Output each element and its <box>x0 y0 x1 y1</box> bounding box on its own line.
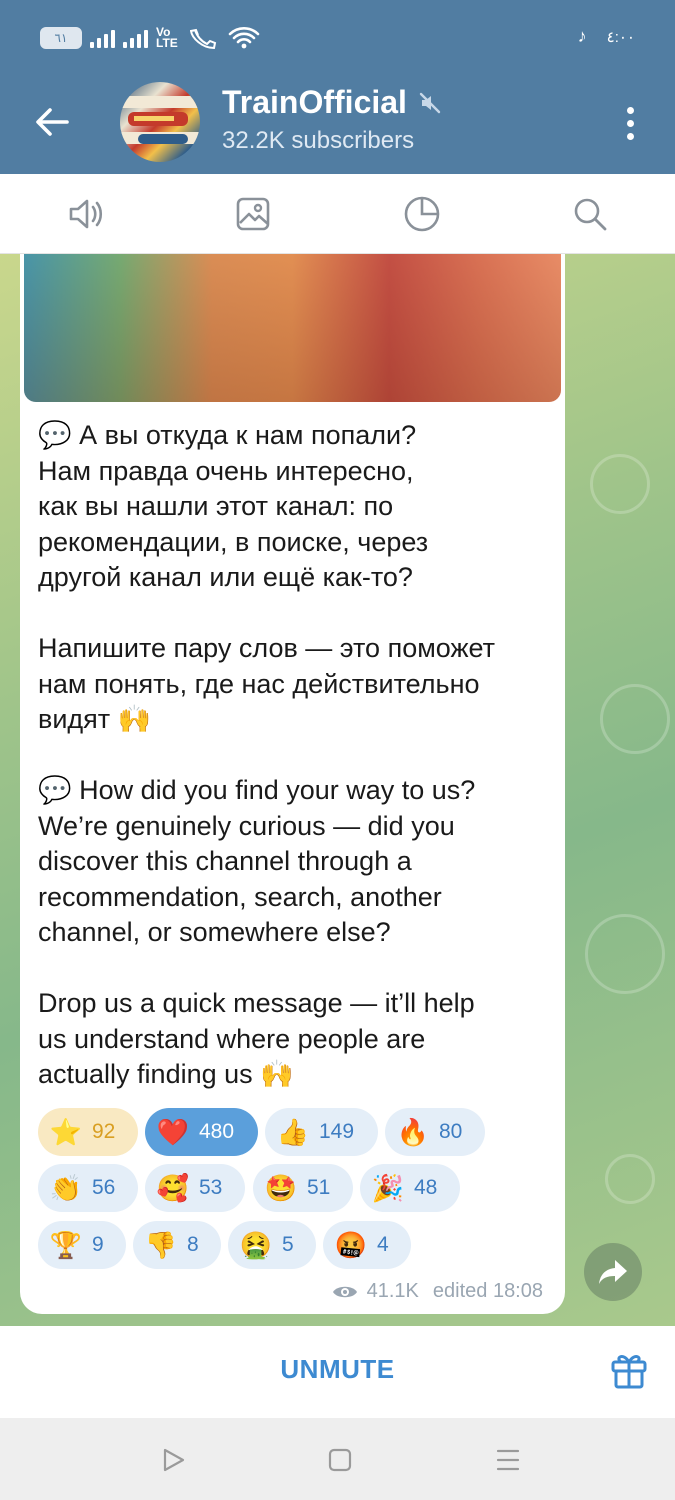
bottom-bar: UNMUTE <box>0 1326 675 1418</box>
vomiting-face-icon: 🤮 <box>239 1230 273 1260</box>
message-paragraph: Drop us a quick message — it’ll help us … <box>38 988 475 1089</box>
battery-indicator: ٦١ <box>40 27 82 49</box>
eye-icon <box>332 1286 357 1297</box>
reaction-count: 9 <box>92 1233 104 1256</box>
channel-toolbar <box>0 174 675 254</box>
reaction-cursing[interactable]: 🤬 4 <box>323 1221 411 1269</box>
pie-chart-icon <box>404 196 440 232</box>
status-left: ٦١ Vo LTE <box>40 26 260 50</box>
reaction-count: 53 <box>199 1176 223 1199</box>
back-button[interactable] <box>30 100 74 144</box>
reaction-count: 149 <box>319 1120 355 1143</box>
reaction-trophy[interactable]: 🏆 9 <box>38 1221 126 1269</box>
reaction-love-face[interactable]: 🥰 53 <box>145 1164 245 1212</box>
channel-info[interactable]: TrainOfficial 32.2K subscribers <box>222 84 441 155</box>
stats-tab[interactable] <box>400 192 444 236</box>
volte-icon: Vo LTE <box>156 25 178 50</box>
reaction-star[interactable]: ⭐ 92 <box>38 1108 138 1156</box>
reaction-count: 4 <box>377 1233 389 1256</box>
message-text: 💬 А вы откуда к нам попали? Нам правда о… <box>38 418 553 1093</box>
reaction-clap[interactable]: 👏 56 <box>38 1164 138 1212</box>
square-icon <box>328 1448 352 1472</box>
reaction-count: 480 <box>199 1120 235 1143</box>
clock: ٤:٠٠ <box>606 28 635 46</box>
cursing-face-icon: 🤬 <box>334 1230 368 1260</box>
share-button[interactable] <box>584 1243 642 1301</box>
reaction-heart[interactable]: ❤️ 480 <box>145 1108 258 1156</box>
message-media[interactable] <box>24 254 561 402</box>
doodle <box>605 1154 655 1204</box>
status-bar: ٦١ Vo LTE ♪ ٤:٠٠ <box>0 0 675 70</box>
reaction-party[interactable]: 🎉 48 <box>360 1164 460 1212</box>
doodle <box>585 914 665 994</box>
doodle <box>600 684 670 754</box>
heart-icon: ❤️ <box>156 1117 190 1147</box>
image-icon <box>236 197 270 231</box>
reaction-star-struck[interactable]: 🤩 51 <box>253 1164 353 1212</box>
smiling-hearts-icon: 🥰 <box>156 1173 190 1203</box>
system-nav-bar <box>0 1418 675 1500</box>
clapping-icon: 👏 <box>49 1173 83 1203</box>
reaction-thumbs-down[interactable]: 👎 8 <box>133 1221 221 1269</box>
tiktok-icon: ♪ <box>577 26 587 46</box>
nav-recents-button[interactable] <box>490 1442 526 1478</box>
search-icon <box>574 198 607 231</box>
reaction-count: 48 <box>414 1176 438 1199</box>
nav-home-button[interactable] <box>322 1442 358 1478</box>
channel-avatar[interactable] <box>120 82 200 162</box>
thumbs-down-icon: 👎 <box>144 1230 178 1260</box>
reaction-thumbs-up[interactable]: 👍 149 <box>265 1108 378 1156</box>
fire-icon: 🔥 <box>396 1117 430 1147</box>
signal-icon <box>90 28 115 48</box>
message-meta: 41.1K edited 18:08 <box>331 1280 543 1303</box>
star-struck-icon: 🤩 <box>264 1173 298 1203</box>
status-right: ♪ ٤:٠٠ <box>578 26 635 47</box>
reaction-vomit[interactable]: 🤮 5 <box>228 1221 316 1269</box>
forward-arrow-icon <box>599 1260 627 1284</box>
app-header: ٦١ Vo LTE ♪ ٤:٠٠ TrainOfficial 32.2K sub… <box>0 0 675 174</box>
audio-tab[interactable] <box>63 192 107 236</box>
speaker-icon <box>69 199 103 229</box>
channel-name: TrainOfficial <box>222 84 407 120</box>
arrow-left-icon <box>36 108 69 136</box>
reaction-fire[interactable]: 🔥 80 <box>385 1108 485 1156</box>
menu-lines-icon <box>496 1449 520 1471</box>
train-image <box>120 96 200 144</box>
nav-back-button[interactable] <box>155 1442 191 1478</box>
channel-title: TrainOfficial <box>222 84 441 121</box>
reaction-count: 5 <box>282 1233 294 1256</box>
media-tab[interactable] <box>231 192 275 236</box>
view-count: 41.1K <box>366 1280 419 1302</box>
more-options-button[interactable] <box>615 98 645 148</box>
triangle-icon <box>163 1448 185 1472</box>
thumbs-up-icon: 👍 <box>276 1117 310 1147</box>
subscriber-count: 32.2K subscribers <box>222 127 415 154</box>
dot-icon <box>626 119 634 127</box>
party-popper-icon: 🎉 <box>371 1173 405 1203</box>
doodle <box>590 454 650 514</box>
edited-time: edited 18:08 <box>432 1280 543 1302</box>
reaction-count: 56 <box>92 1176 116 1199</box>
star-icon: ⭐ <box>49 1117 83 1147</box>
wifi-call-icon <box>190 28 217 50</box>
message-paragraph: 💬 А вы откуда к нам попали? Нам правда о… <box>38 420 429 592</box>
reaction-count: 92 <box>92 1120 116 1143</box>
wifi-icon <box>228 27 260 49</box>
message-paragraph: Напишите пару слов — это поможет нам пон… <box>38 633 496 734</box>
search-tab[interactable] <box>568 192 612 236</box>
muted-speaker-icon <box>419 92 441 113</box>
dot-icon <box>626 132 634 140</box>
reaction-count: 80 <box>439 1120 463 1143</box>
message-paragraph: 💬 How did you find your way to us? We’re… <box>38 775 476 947</box>
dot-icon <box>626 106 634 114</box>
gift-icon <box>611 1355 647 1389</box>
unmute-button[interactable]: UNMUTE <box>0 1354 675 1385</box>
reaction-count: 51 <box>307 1176 331 1199</box>
signal-icon-2 <box>123 28 148 48</box>
trophy-icon: 🏆 <box>49 1230 83 1260</box>
gift-button[interactable] <box>609 1350 649 1390</box>
reaction-count: 8 <box>187 1233 199 1256</box>
